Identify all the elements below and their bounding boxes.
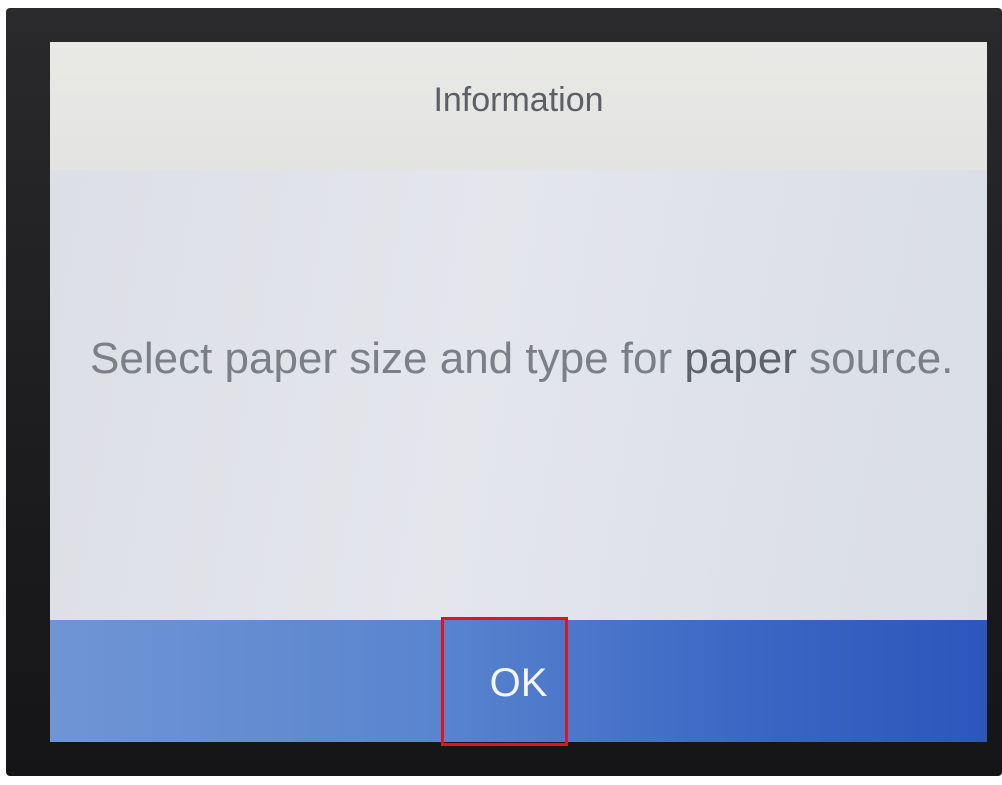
printer-screen: Information Select paper size and type f…	[50, 42, 987, 742]
ok-button[interactable]: OK	[50, 620, 987, 742]
dialog-footer: OK	[50, 620, 987, 742]
dialog-title: Information	[433, 80, 604, 119]
message-text-part2: paper	[684, 334, 797, 383]
message-text-part3: source.	[796, 334, 954, 383]
dialog-title-bar: Information	[50, 42, 987, 170]
dialog-message: Select paper size and type for paper sou…	[90, 335, 970, 383]
ok-button-label: OK	[489, 660, 548, 705]
message-text-part1: Select paper size and type for	[90, 334, 685, 383]
dialog-body: Select paper size and type for paper sou…	[50, 170, 987, 620]
